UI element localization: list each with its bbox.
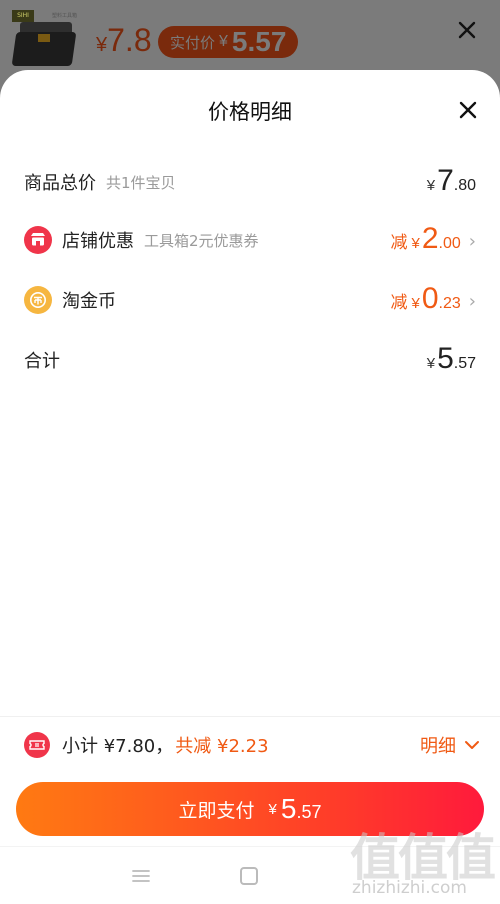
subtotal-text: 小计 ¥7.80， xyxy=(62,736,174,757)
row-sum: 合计 ¥5.57 xyxy=(24,340,476,380)
original-price-value: 7.8 xyxy=(107,22,152,58)
detail-toggle-label: 明细 xyxy=(420,736,456,757)
real-price-label: 实付价 xyxy=(170,34,216,52)
sheet-title: 价格明细 xyxy=(208,100,292,124)
shop-icon xyxy=(24,226,52,254)
currency-symbol: ¥ xyxy=(411,235,420,252)
thumb-brand-tag: SIHI xyxy=(12,10,34,22)
close-icon[interactable] xyxy=(455,18,479,42)
row-label: 店铺优惠 xyxy=(62,231,134,252)
row-price: ¥5.57 xyxy=(427,340,476,380)
row-goods-total: 商品总价 共1件宝贝 ¥7.80 xyxy=(24,162,476,202)
row-price: 减 ¥0.23 › xyxy=(391,280,476,320)
currency-symbol: ¥ xyxy=(426,355,436,372)
chevron-down-icon xyxy=(465,741,479,749)
total-reduce-text: 共减 ¥2.23 xyxy=(175,736,269,757)
original-price: ¥7.8 xyxy=(96,22,152,59)
price-int: 5 xyxy=(437,342,454,375)
reduce-prefix: 减 xyxy=(390,293,408,313)
row-label: 合计 xyxy=(24,351,60,372)
reduce-prefix: 减 xyxy=(390,233,408,253)
coin-icon xyxy=(24,286,52,314)
pay-now-button[interactable]: 立即支付 ¥5.57 xyxy=(16,782,484,836)
footer-summary: 小计 ¥7.80， 共减 ¥2.23 明细 xyxy=(24,730,480,760)
chevron-right-icon: › xyxy=(468,290,476,312)
product-thumbnail: SIHI 塑料工具箱 xyxy=(10,6,90,74)
price-int: 2 xyxy=(421,222,439,255)
footer-divider xyxy=(0,716,500,717)
price-dec: .80 xyxy=(453,177,476,194)
currency-symbol: ¥ xyxy=(219,33,228,50)
price-dec: .23 xyxy=(438,295,461,312)
row-price: ¥7.80 xyxy=(427,162,476,202)
price-int: 7 xyxy=(437,164,454,197)
toolbox-latch-shape xyxy=(38,34,50,42)
row-sub: 工具箱2元优惠券 xyxy=(144,231,259,250)
pay-price-dec: .57 xyxy=(296,801,322,822)
real-price-pill: 实付价 ¥ 5.57 xyxy=(158,26,299,58)
chevron-right-icon: › xyxy=(468,230,476,252)
system-nav-bar xyxy=(0,846,500,904)
price-dec: .57 xyxy=(453,355,476,372)
pay-button-label: 立即支付 xyxy=(178,799,255,822)
home-icon[interactable] xyxy=(240,867,258,885)
close-icon[interactable] xyxy=(456,98,480,122)
real-price-value: 5.57 xyxy=(231,26,287,57)
row-shop-discount[interactable]: 店铺优惠 工具箱2元优惠券 减 ¥2.00 › xyxy=(24,220,476,260)
pay-price-int: 5 xyxy=(280,793,297,824)
row-price: 减 ¥2.00 › xyxy=(391,220,476,260)
currency-symbol: ¥ xyxy=(411,295,420,312)
row-taojinbi[interactable]: 淘金币 减 ¥0.23 › xyxy=(24,280,476,320)
row-label: 商品总价 xyxy=(24,173,96,194)
currency-symbol: ¥ xyxy=(96,34,108,56)
currency-symbol: ¥ xyxy=(426,177,436,194)
thumb-caption: 塑料工具箱 xyxy=(52,13,78,19)
price-dec: .00 xyxy=(438,235,461,252)
detail-toggle-button[interactable]: 明细 xyxy=(420,730,480,760)
price-detail-sheet: 价格明细 商品总价 共1件宝贝 ¥7.80 店铺优惠 工具箱2元优惠券 减 ¥2.… xyxy=(0,70,500,904)
row-sub: 共1件宝贝 xyxy=(106,173,176,192)
coupon-ticket-icon xyxy=(24,732,50,758)
price-int: 0 xyxy=(421,282,439,315)
currency-symbol: ¥ xyxy=(268,800,277,818)
row-label: 淘金币 xyxy=(62,291,116,312)
menu-icon[interactable] xyxy=(132,869,150,883)
